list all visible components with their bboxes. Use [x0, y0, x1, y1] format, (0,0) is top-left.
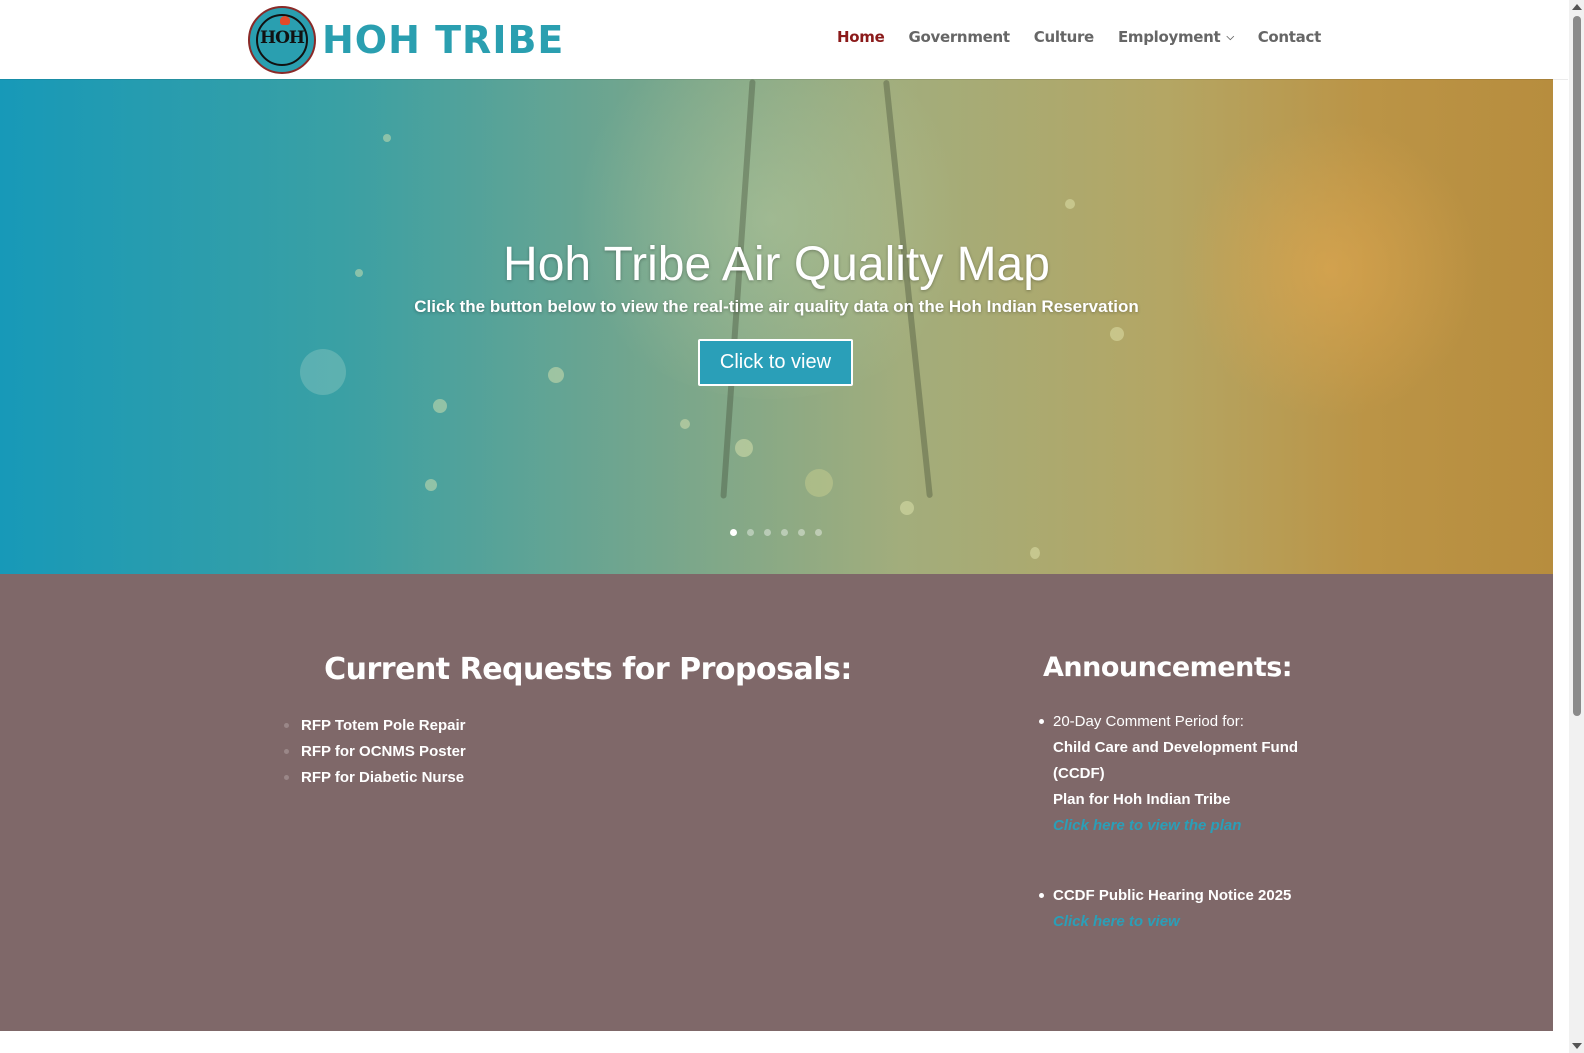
announcement-title-line: (CCDF): [1053, 765, 1105, 782]
rfp-link-diabetic-nurse[interactable]: RFP for Diabetic Nurse: [301, 769, 464, 786]
announcement-title-line: CCDF Public Hearing Notice 2025: [1053, 887, 1292, 904]
rfp-list: RFP Totem Pole Repair RFP for OCNMS Post…: [283, 713, 893, 791]
click-to-view-button[interactable]: Click to view: [698, 339, 853, 386]
slider-dot-5[interactable]: [798, 529, 805, 536]
rfp-link-totem-pole[interactable]: RFP Totem Pole Repair: [301, 717, 465, 734]
hero-title: Hoh Tribe Air Quality Map: [503, 238, 1050, 291]
slider-pagination: [730, 529, 832, 536]
scroll-down-icon[interactable]: [1572, 1043, 1582, 1049]
nav-item-government[interactable]: Government: [908, 28, 1010, 46]
announcement-title-line: Plan for Hoh Indian Tribe: [1053, 791, 1231, 808]
rfp-heading: Current Requests for Proposals:: [324, 652, 852, 687]
site-logo[interactable]: HOH HOH TRIBE: [248, 5, 564, 75]
announcements-list: 20-Day Comment Period for: Child Care an…: [1036, 709, 1336, 935]
nav-item-employment[interactable]: Employment ⌵: [1118, 28, 1234, 46]
list-item: RFP Totem Pole Repair: [283, 713, 893, 739]
site-header: HOH HOH TRIBE Home Government Culture Em…: [0, 0, 1568, 79]
main-nav: Home Government Culture Employment ⌵ Con…: [837, 28, 1345, 46]
announcement-item: 20-Day Comment Period for: Child Care an…: [1036, 709, 1336, 883]
slider-dot-4[interactable]: [781, 529, 788, 536]
nav-item-employment-label: Employment: [1117, 28, 1221, 46]
list-item: RFP for Diabetic Nurse: [283, 765, 893, 791]
slider-dot-2[interactable]: [747, 529, 754, 536]
slider-dot-6[interactable]: [815, 529, 822, 536]
content-section: Current Requests for Proposals: RFP Tote…: [0, 574, 1553, 1031]
nav-item-home[interactable]: Home: [837, 28, 885, 46]
chevron-down-icon: ⌵: [1226, 31, 1234, 43]
rfp-link-ocnms-poster[interactable]: RFP for OCNMS Poster: [301, 743, 466, 760]
scrollbar-thumb[interactable]: [1573, 16, 1581, 716]
logo-text: HOH TRIBE: [322, 18, 565, 62]
view-notice-link[interactable]: Click here to view: [1053, 909, 1336, 935]
rfp-column: Current Requests for Proposals: RFP Tote…: [283, 652, 893, 791]
scroll-up-icon[interactable]: [1572, 4, 1582, 10]
list-item: RFP for OCNMS Poster: [283, 739, 893, 765]
slider-dot-1[interactable]: [730, 529, 737, 536]
vertical-scrollbar[interactable]: [1569, 0, 1584, 1053]
tribe-seal-icon: HOH: [248, 6, 316, 74]
nav-item-contact[interactable]: Contact: [1258, 28, 1322, 46]
slider-dot-3[interactable]: [764, 529, 771, 536]
announcement-item: CCDF Public Hearing Notice 2025 Click he…: [1036, 883, 1336, 935]
hero-slider: Hoh Tribe Air Quality Map Click the butt…: [0, 79, 1553, 574]
announcement-title-line: Child Care and Development Fund: [1053, 739, 1299, 756]
view-plan-link[interactable]: Click here to view the plan: [1053, 813, 1336, 839]
hero-subtitle: Click the button below to view the real-…: [414, 297, 1139, 316]
announcement-intro: 20-Day Comment Period for:: [1053, 713, 1244, 730]
announcements-column: Announcements: 20-Day Comment Period for…: [1036, 652, 1336, 935]
nav-item-culture[interactable]: Culture: [1034, 28, 1094, 46]
announcements-heading: Announcements:: [1043, 652, 1293, 683]
